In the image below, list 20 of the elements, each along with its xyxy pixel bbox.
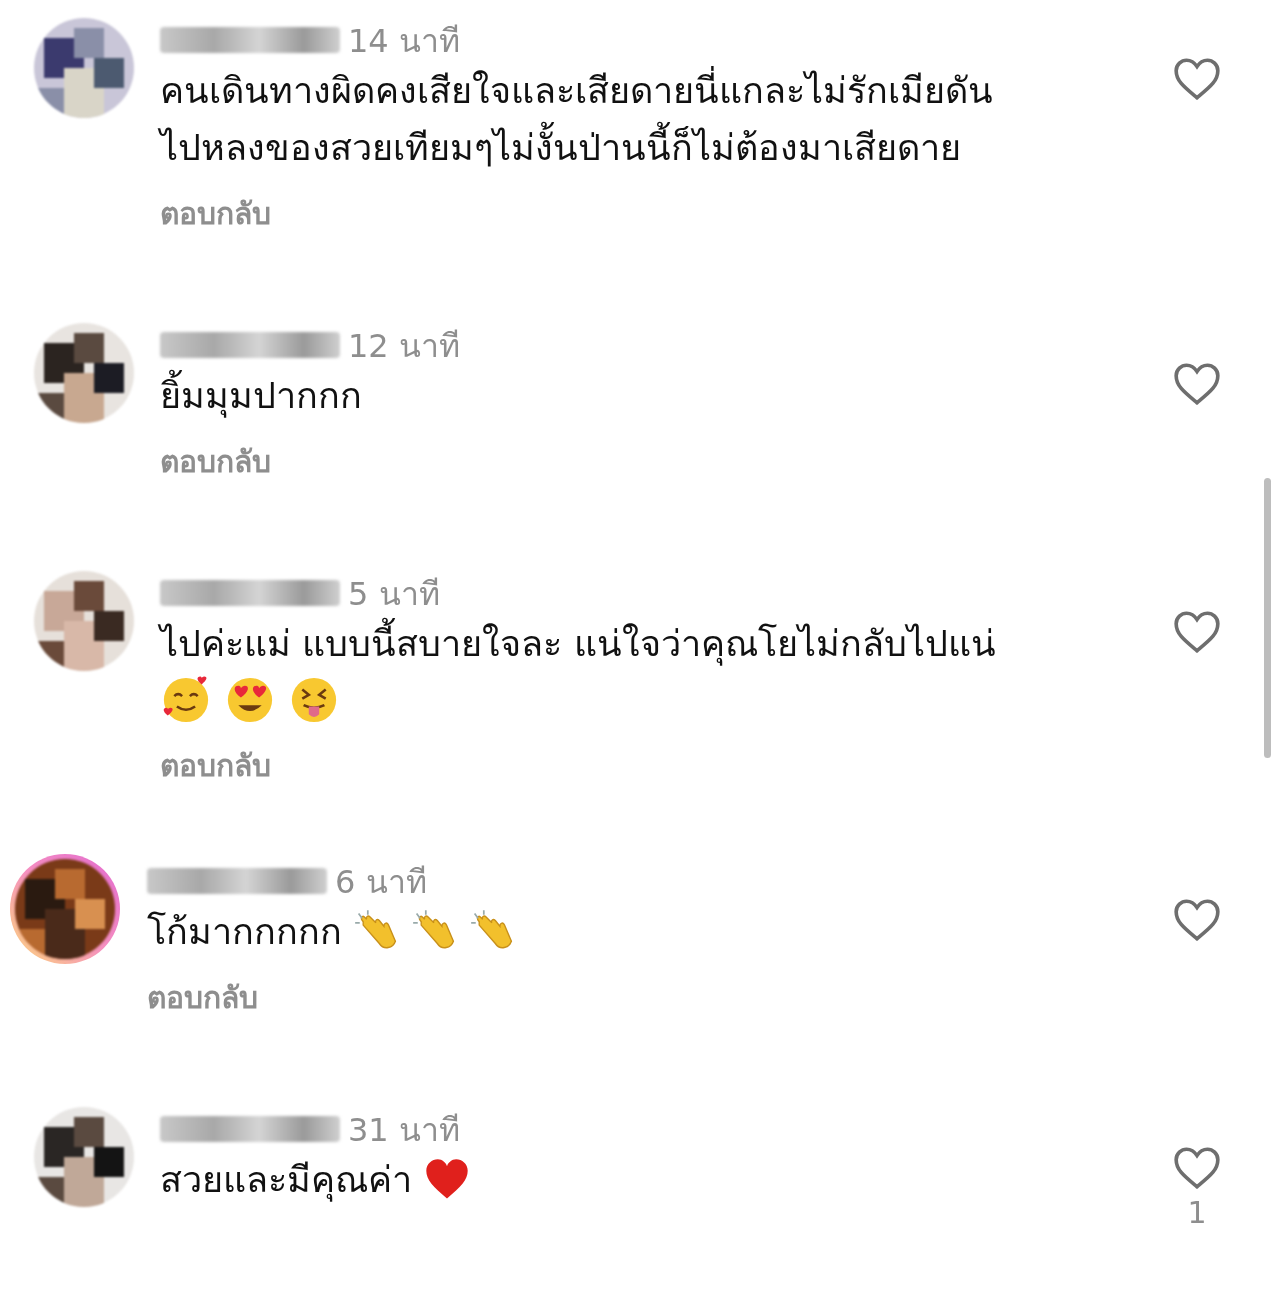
- reply-button[interactable]: ตอบกลับ: [147, 974, 258, 1021]
- like-icon[interactable]: [1172, 56, 1222, 102]
- comment-text: โก้มากกกกก: [147, 910, 342, 954]
- comment-time: 12 นาที: [348, 325, 460, 367]
- comment-text: สวยและมีคุณค่า: [160, 1158, 412, 1204]
- like-icon[interactable]: [1172, 1145, 1222, 1191]
- like-icon[interactable]: [1172, 361, 1222, 407]
- like-icon[interactable]: [1172, 897, 1222, 943]
- reply-button[interactable]: ตอบกลับ: [160, 190, 271, 237]
- comment-time: 14 นาที: [348, 20, 460, 62]
- comment-time: 6 นาที: [335, 861, 427, 903]
- reply-button[interactable]: ตอบกลับ: [160, 438, 271, 485]
- like-count: 1: [1187, 1195, 1207, 1230]
- comment-text: คนเดินทางผิดคงเสียใจและเสียดายนี่แกละไม่รักเมียดัน: [160, 62, 993, 119]
- comment-time: 5 นาที: [348, 573, 440, 615]
- comment-time: 31 นาที: [348, 1109, 460, 1151]
- comment-text: ยิ้มมุมปากกก: [160, 367, 362, 424]
- like-icon[interactable]: [1172, 609, 1222, 655]
- scrollbar[interactable]: [1264, 478, 1271, 758]
- reply-button[interactable]: ตอบกลับ: [160, 742, 271, 789]
